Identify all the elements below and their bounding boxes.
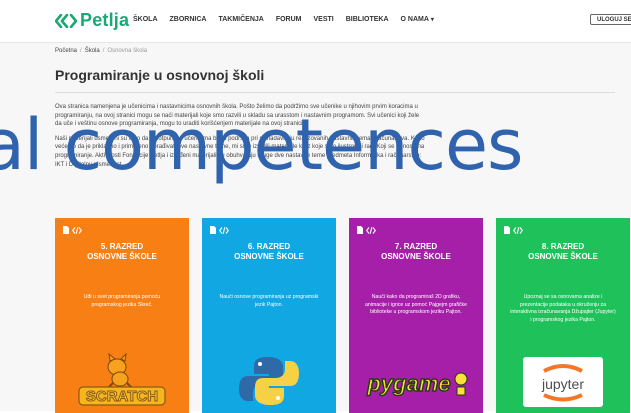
course-card-grade-6[interactable]: 6. RAZRED OSNOVNE ŠKOLE Nauči osnove pro…: [202, 218, 336, 413]
document-icon: [210, 226, 216, 234]
scratch-logo-text: SCRATCH: [86, 388, 158, 405]
card-icons: [63, 226, 82, 234]
card-description: Nauči kako da programiraš 2D grafiku, an…: [364, 294, 468, 316]
nav-vesti[interactable]: VESTI: [314, 16, 334, 23]
breadcrumb-separator: /: [80, 48, 82, 54]
nav-takmicenja[interactable]: TAKMIČENJA: [218, 16, 263, 23]
code-icon: [72, 226, 82, 234]
card-description: Uđi u svet programiranja pomoću programs…: [83, 294, 161, 308]
nav-biblioteka[interactable]: BIBLIOTEKA: [346, 16, 389, 23]
scratch-logo-image: SCRATCH: [78, 352, 166, 406]
main-menu: ŠKOLA ZBORNICA TAKMIČENJA FORUM VESTI BI…: [133, 16, 446, 23]
course-card-grade-7[interactable]: 7. RAZRED OSNOVNE ŠKOLE Nauči kako da pr…: [349, 218, 483, 413]
pygame-logo-text: pygame: [366, 371, 450, 396]
course-card-grade-5[interactable]: 5. RAZRED OSNOVNE ŠKOLE Uđi u svet progr…: [55, 218, 189, 413]
page-title: Programiranje u osnovnoj školi: [55, 67, 265, 83]
jupyter-logo-image: jupyter: [523, 357, 603, 407]
overlay-caption: al competences: [0, 104, 523, 186]
card-grade: 8. RAZRED: [541, 242, 585, 251]
pygame-logo-image: pygame: [366, 370, 468, 397]
breadcrumb-home[interactable]: Početna: [55, 48, 77, 54]
card-school: OSNOVNE ŠKOLE: [234, 252, 304, 261]
breadcrumb-current: Osnovna škola: [107, 48, 148, 54]
card-grade: 5. RAZRED: [100, 242, 144, 251]
document-icon: [504, 226, 510, 234]
document-icon: [357, 226, 363, 234]
petlja-logo[interactable]: Petlja: [55, 10, 129, 31]
nav-o-nama-label: O NAMA: [400, 16, 429, 23]
card-school: OSNOVNE ŠKOLE: [87, 252, 157, 261]
document-icon: [63, 226, 69, 234]
card-description: Nauči osnove programiranja uz programski…: [219, 294, 319, 308]
nav-zbornica[interactable]: ZBORNICA: [170, 16, 207, 23]
code-icon: [366, 226, 376, 234]
card-school: OSNOVNE ŠKOLE: [528, 252, 598, 261]
title-divider: [55, 92, 615, 93]
card-icons: [210, 226, 229, 234]
breadcrumb-skola[interactable]: Škola: [85, 48, 100, 54]
top-navigation-bar: Petlja ŠKOLA ZBORNICA TAKMIČENJA FORUM V…: [0, 0, 631, 43]
card-icons: [504, 226, 523, 234]
card-description: Upoznaj se sa osnovama analize i prezent…: [510, 294, 616, 323]
code-icon: [513, 226, 523, 234]
course-card-grade-8[interactable]: 8. RAZRED OSNOVNE ŠKOLE Upoznaj se sa os…: [496, 218, 630, 413]
card-school: OSNOVNE ŠKOLE: [381, 252, 451, 261]
card-grade: 6. RAZRED: [247, 242, 291, 251]
breadcrumb-separator: /: [102, 48, 105, 54]
nav-skola[interactable]: ŠKOLA: [133, 16, 158, 23]
card-icons: [357, 226, 376, 234]
login-button[interactable]: ULOGUJ SE: [590, 14, 631, 25]
code-brackets-logo-icon: [55, 13, 77, 28]
logo-wordmark: Petlja: [80, 10, 130, 30]
jupyter-logo-text: jupyter: [541, 376, 584, 392]
breadcrumb: Početna / Škola / Osnovna škola: [55, 48, 147, 54]
nav-forum[interactable]: FORUM: [276, 16, 302, 23]
nav-o-nama[interactable]: O NAMA ▾: [401, 16, 434, 23]
card-grade: 7. RAZRED: [394, 242, 438, 251]
code-icon: [219, 226, 229, 234]
python-logo-image: [239, 357, 299, 405]
chevron-down-icon: ▾: [430, 17, 434, 23]
